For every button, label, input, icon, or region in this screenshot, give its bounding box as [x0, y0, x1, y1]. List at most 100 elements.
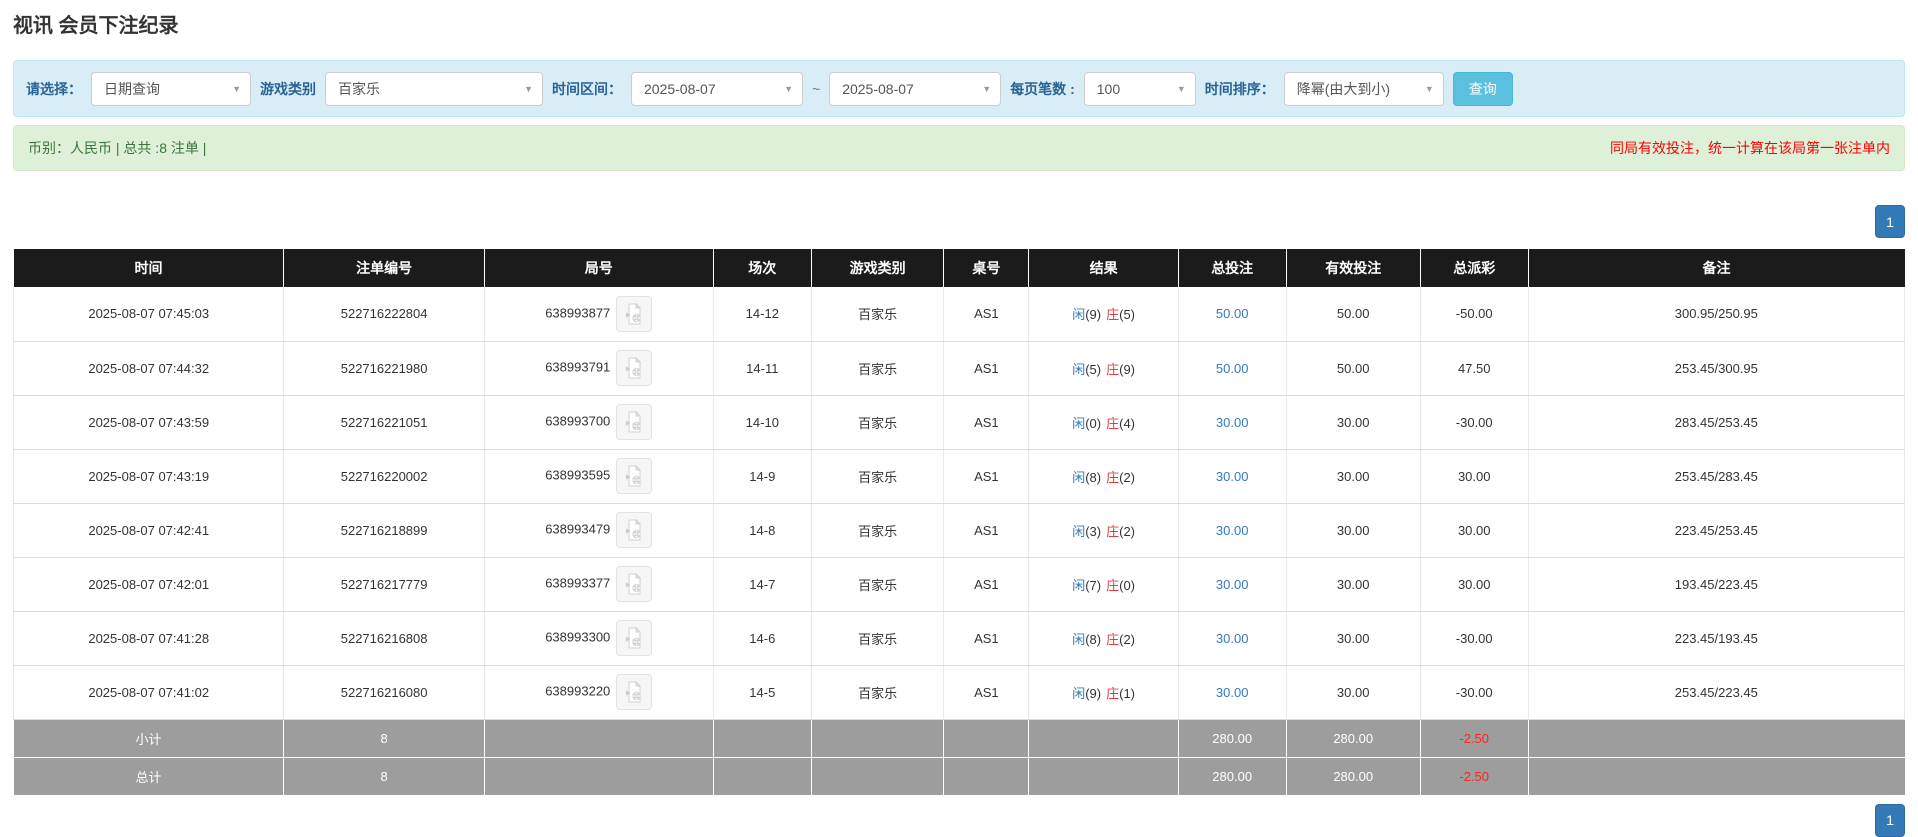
cell-total-bet: 30.00 — [1178, 665, 1286, 719]
cell-total-bet: 50.00 — [1178, 341, 1286, 395]
cell-round-id: 638993791 — [484, 341, 713, 395]
cell-result: 闲(5)庄(9) — [1029, 341, 1178, 395]
time-range-label: 时间区间： — [552, 79, 622, 99]
banker-result-label: 庄 — [1106, 632, 1119, 647]
player-result-score: (7) — [1085, 578, 1101, 593]
cell-table-no: AS1 — [944, 449, 1029, 503]
player-result-score: (9) — [1085, 686, 1101, 701]
video-replay-button[interactable] — [616, 296, 652, 332]
table-row: 2025-08-07 07:43:19 522716220002 6389935… — [14, 449, 1905, 503]
video-replay-button[interactable] — [616, 404, 652, 440]
game-type-value: 百家乐 — [338, 79, 380, 99]
cell-result: 闲(8)庄(2) — [1029, 611, 1178, 665]
total-bet-link[interactable]: 30.00 — [1216, 469, 1249, 484]
video-replay-button[interactable] — [616, 458, 652, 494]
cell-remark: 253.45/283.45 — [1528, 449, 1904, 503]
total-bet-link[interactable]: 30.00 — [1216, 685, 1249, 700]
table-header-row: 时间 注单编号 局号 场次 游戏类别 桌号 结果 总投注 有效投注 总派彩 备注 — [14, 249, 1905, 287]
subtotal-valid-bet: 280.00 — [1286, 719, 1420, 757]
cell-game-type: 百家乐 — [811, 395, 943, 449]
filter-bar: 请选择： 日期查询 ▼ 游戏类别 百家乐 ▼ 时间区间： 2025-08-07 … — [13, 60, 1905, 117]
table-row: 2025-08-07 07:42:01 522716217779 6389933… — [14, 557, 1905, 611]
round-id-text: 638993595 — [545, 467, 610, 482]
player-result-label: 闲 — [1072, 362, 1085, 377]
page-1-button[interactable]: 1 — [1875, 804, 1905, 837]
sort-order-select[interactable]: 降幂(由大到小) ▼ — [1284, 72, 1444, 106]
cell-time: 2025-08-07 07:41:28 — [14, 611, 284, 665]
page-size-select[interactable]: 100 ▼ — [1084, 72, 1196, 106]
cell-session: 14-12 — [713, 287, 811, 341]
video-file-icon — [624, 303, 644, 325]
banker-result-label: 庄 — [1106, 416, 1119, 431]
video-file-icon — [624, 411, 644, 433]
cell-table-no: AS1 — [944, 503, 1029, 557]
cell-result: 闲(3)庄(2) — [1029, 503, 1178, 557]
player-result-label: 闲 — [1072, 632, 1085, 647]
banker-result-score: (2) — [1119, 470, 1135, 485]
cell-game-type: 百家乐 — [811, 665, 943, 719]
pagination-top: 1 — [13, 205, 1905, 238]
cell-bet-id: 522716218899 — [284, 503, 484, 557]
total-bet-link[interactable]: 30.00 — [1216, 523, 1249, 538]
cell-time: 2025-08-07 07:45:03 — [14, 287, 284, 341]
pagination-bottom: 1 — [13, 804, 1905, 837]
chevron-down-icon: ▼ — [1425, 84, 1434, 94]
game-type-select[interactable]: 百家乐 ▼ — [325, 72, 543, 106]
subtotal-row: 小计 8 280.00 280.00 -2.50 — [14, 719, 1905, 757]
cell-game-type: 百家乐 — [811, 503, 943, 557]
total-bet-link[interactable]: 30.00 — [1216, 577, 1249, 592]
query-type-select[interactable]: 日期查询 ▼ — [91, 72, 251, 106]
cell-payout: 30.00 — [1420, 557, 1528, 611]
chevron-down-icon: ▼ — [1177, 84, 1186, 94]
cell-payout: -50.00 — [1420, 287, 1528, 341]
valid-bet-notice-text: 同局有效投注，统一计算在该局第一张注单内 — [1610, 138, 1890, 158]
date-range-tilde: ~ — [812, 81, 820, 97]
page-size-value: 100 — [1097, 81, 1120, 97]
cell-time: 2025-08-07 07:44:32 — [14, 341, 284, 395]
chevron-down-icon: ▼ — [982, 84, 991, 94]
banker-result-label: 庄 — [1106, 307, 1119, 322]
banker-result-label: 庄 — [1106, 470, 1119, 485]
total-valid-bet: 280.00 — [1286, 757, 1420, 795]
total-bet-link[interactable]: 50.00 — [1216, 306, 1249, 321]
date-to-select[interactable]: 2025-08-07 ▼ — [829, 72, 1001, 106]
cell-table-no: AS1 — [944, 341, 1029, 395]
round-id-text: 638993877 — [545, 305, 610, 320]
total-bet-link[interactable]: 50.00 — [1216, 361, 1249, 376]
cell-remark: 223.45/253.45 — [1528, 503, 1904, 557]
cell-total-bet: 30.00 — [1178, 395, 1286, 449]
cell-round-id: 638993300 — [484, 611, 713, 665]
cell-table-no: AS1 — [944, 287, 1029, 341]
total-bet-link[interactable]: 30.00 — [1216, 631, 1249, 646]
currency-total-text: 币别：人民币 | 总共 :8 注单 | — [28, 138, 206, 158]
video-replay-button[interactable] — [616, 566, 652, 602]
total-row: 总计 8 280.00 280.00 -2.50 — [14, 757, 1905, 795]
date-from-select[interactable]: 2025-08-07 ▼ — [631, 72, 803, 106]
cell-total-bet: 30.00 — [1178, 449, 1286, 503]
total-label: 总计 — [14, 757, 284, 795]
cell-bet-id: 522716221980 — [284, 341, 484, 395]
cell-round-id: 638993479 — [484, 503, 713, 557]
video-replay-button[interactable] — [616, 350, 652, 386]
video-file-icon — [624, 465, 644, 487]
cell-payout: 47.50 — [1420, 341, 1528, 395]
page-1-button[interactable]: 1 — [1875, 205, 1905, 238]
col-header-bet-id: 注单编号 — [284, 249, 484, 287]
round-id-text: 638993700 — [545, 413, 610, 428]
summary-bar: 币别：人民币 | 总共 :8 注单 | 同局有效投注，统一计算在该局第一张注单内 — [13, 125, 1905, 171]
cell-table-no: AS1 — [944, 557, 1029, 611]
cell-result: 闲(9)庄(5) — [1029, 287, 1178, 341]
total-bet-link[interactable]: 30.00 — [1216, 415, 1249, 430]
subtotal-label: 小计 — [14, 719, 284, 757]
cell-valid-bet: 30.00 — [1286, 665, 1420, 719]
cell-session: 14-7 — [713, 557, 811, 611]
cell-round-id: 638993377 — [484, 557, 713, 611]
search-button[interactable]: 查询 — [1453, 72, 1513, 106]
video-replay-button[interactable] — [616, 620, 652, 656]
video-replay-button[interactable] — [616, 512, 652, 548]
round-id-text: 638993300 — [545, 629, 610, 644]
col-header-total-bet: 总投注 — [1178, 249, 1286, 287]
video-replay-button[interactable] — [616, 674, 652, 710]
cell-valid-bet: 30.00 — [1286, 557, 1420, 611]
cell-total-bet: 30.00 — [1178, 557, 1286, 611]
